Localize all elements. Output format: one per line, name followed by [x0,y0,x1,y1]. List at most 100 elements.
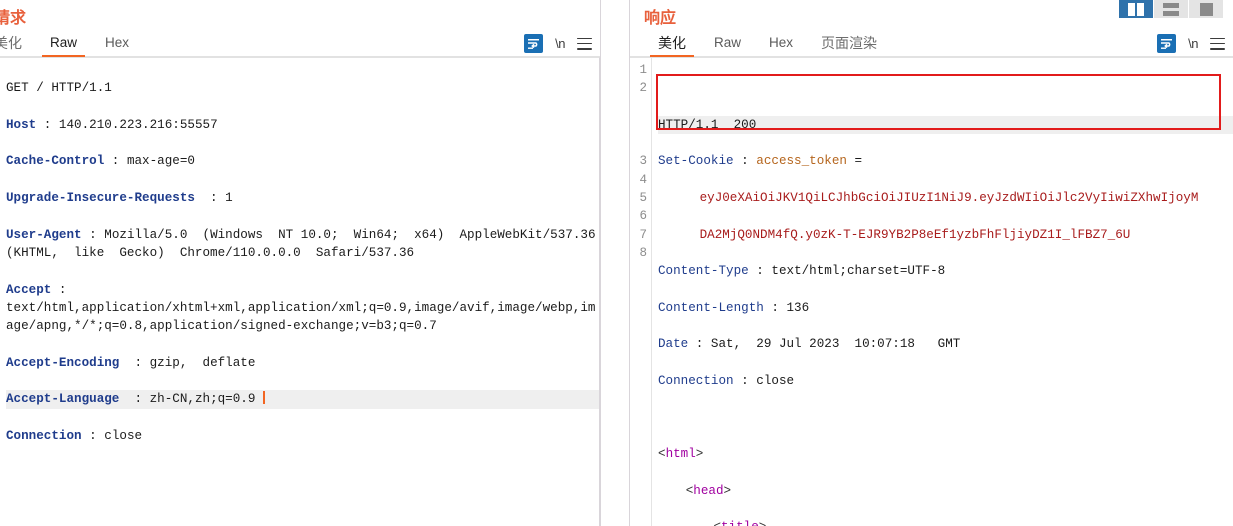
word-wrap-icon[interactable] [1157,34,1177,53]
header-value: text/html,application/xhtml+xml,applicat… [6,300,596,334]
header-separator: : [688,337,711,352]
header-separator: : [763,300,787,315]
line-number: 2 [639,81,647,96]
word-wrap-icon[interactable] [524,34,544,53]
header-separator: : [51,282,75,297]
header-value: 136 [786,300,810,315]
header-value: text/html;charset=UTF-8 [771,264,946,279]
layout-side-by-side-button[interactable] [1119,0,1154,18]
request-line-cache-control: Cache-Control : max-age=0 [6,152,599,170]
side-by-side-icon [1128,2,1144,16]
header-name: User-Agent [6,227,82,242]
header-separator: : [733,154,757,169]
jwt-token-line: eyJ0eXAiOiJKV1QiLCJhbGciOiJIUzI1NiJ9.eyJ… [699,191,1199,206]
line-number: 5 [639,191,647,206]
response-line-set-cookie: Set-Cookie : access_token = [658,152,1233,170]
header-separator: : [119,392,150,407]
response-tabs: 美化 Raw Hex 页面渲染 [630,28,891,57]
response-tabbar: 美化 Raw Hex 页面渲染 \n [630,28,1233,57]
request-line-upgrade-insecure: Upgrade-Insecure-Requests : 1 [6,189,599,207]
request-line-connection: Connection : close [6,427,599,445]
request-line-text: GET / HTTP/1.1 [6,81,112,96]
header-name: Upgrade-Insecure-Requests [6,191,195,206]
line-number: 7 [639,227,647,242]
line-number: 6 [639,209,647,224]
request-line-accept-encoding: Accept-Encoding : gzip, deflate [6,354,599,372]
header-separator: : [104,154,127,169]
word-wrap-glyph [524,34,544,53]
tab-response-raw[interactable]: Raw [700,35,755,57]
stacked-icon [1163,2,1179,16]
word-wrap-glyph [1157,34,1177,53]
header-separator: : [733,374,757,389]
tab-request-pretty[interactable]: 美化 [0,35,36,57]
request-line-request: GET / HTTP/1.1 [6,79,599,97]
header-name: Accept-Encoding [6,355,120,370]
header-name: Set-Cookie [658,154,734,169]
layout-single-button[interactable] [1189,0,1223,18]
line-number: 1 [639,63,647,77]
request-line-accept: Accept : text/html,application/xhtml+xml… [6,281,599,336]
request-line-accept-language: Accept-Language : zh-CN,zh;q=0.9 [6,390,599,409]
tag-name: title [721,520,759,526]
response-line-title-open: <title> [658,518,1233,526]
response-pretty-text[interactable]: HTTP/1.1 200 Set-Cookie : access_token =… [652,58,1233,526]
layout-switcher [1119,0,1223,18]
header-value: max-age=0 [126,154,195,169]
header-separator: : [194,191,226,206]
response-line-blank [658,409,1233,427]
single-pane-icon [1199,2,1213,16]
hamburger-menu-icon[interactable] [577,37,592,50]
request-raw-text[interactable]: GET / HTTP/1.1 Host : 140.210.223.216:55… [0,58,599,526]
line-number: 3 [639,154,647,169]
response-line-token-part2: DA2MjQ0NDM4fQ.y0zK-T-EJR9YB2P8eEf1yzbFhF… [658,226,1233,244]
header-name: Accept [6,282,52,297]
response-line-token-part1: eyJ0eXAiOiJKV1QiLCJhbGciOiJIUzI1NiJ9.eyJ… [658,189,1233,207]
line-number: 8 [639,245,647,260]
request-panel: 请求 美化 Raw Hex \n GET / HTTP/1.1 Host: 1… [0,0,600,526]
tab-response-hex[interactable]: Hex [755,35,807,57]
tag-name: head [693,483,724,498]
panel-divider[interactable] [600,0,630,526]
response-status-line: HTTP/1.1 200 [658,115,1233,135]
request-tabs: 美化 Raw Hex [0,28,143,57]
line-number: 4 [639,172,647,187]
request-line-host: Host : 140.210.223.216:55557 [6,116,599,134]
response-line-date: Date : Sat, 29 Jul 2023 10:07:18 GMT [658,335,1233,353]
header-name: Connection [6,428,82,443]
tag-name: html [665,447,696,462]
header-name: Cache-Control [6,154,105,169]
line-number-gutter: 1 2 3 4 5 6 7 8 [630,58,652,526]
http-history-viewer: 请求 美化 Raw Hex \n GET / HTTP/1.1 Host: 1… [0,0,1233,526]
header-name: Date [658,337,689,352]
jwt-token-line: DA2MjQ0NDM4fQ.y0zK-T-EJR9YB2P8eEf1yzbFhF… [699,227,1131,242]
cookie-name: access_token [756,154,847,169]
cookie-equals: = [846,154,870,169]
header-separator: : [36,117,59,132]
tab-response-pretty[interactable]: 美化 [644,35,700,57]
header-name: Host [6,117,37,132]
response-panel: 响应 美化 Raw Hex 页面渲染 \n 1 2 3 4 5 6 7 8 HT… [630,0,1233,526]
header-separator: : [81,227,105,242]
header-name: Connection [658,374,734,389]
header-value: Sat, 29 Jul 2023 10:07:18 GMT [710,337,961,352]
response-toolbar: \n [1157,34,1233,57]
response-line-html-open: <html> [658,447,704,462]
request-tabbar: 美化 Raw Hex \n [0,28,600,57]
tab-request-hex[interactable]: Hex [91,35,143,57]
response-code-area[interactable]: 1 2 3 4 5 6 7 8 HTTP/1.1 200 Set-Cookie … [630,57,1233,526]
header-separator: : [81,428,105,443]
hamburger-menu-icon[interactable] [1210,37,1225,50]
layout-stacked-button[interactable] [1154,0,1189,18]
request-code-area[interactable]: GET / HTTP/1.1 Host : 140.210.223.216:55… [0,57,600,526]
header-value: 1 [225,191,233,206]
header-name: Accept-Language [6,392,120,407]
newline-toggle-icon[interactable]: \n [555,36,565,51]
tab-response-render[interactable]: 页面渲染 [807,35,891,57]
newline-toggle-icon[interactable]: \n [1188,36,1198,51]
header-value: zh-CN,zh;q=0.9 [149,392,256,407]
text-cursor [263,391,265,405]
response-line-content-type: Content-Type : text/html;charset=UTF-8 [658,262,1233,280]
tab-request-raw[interactable]: Raw [36,35,91,57]
header-separator: : [748,264,772,279]
